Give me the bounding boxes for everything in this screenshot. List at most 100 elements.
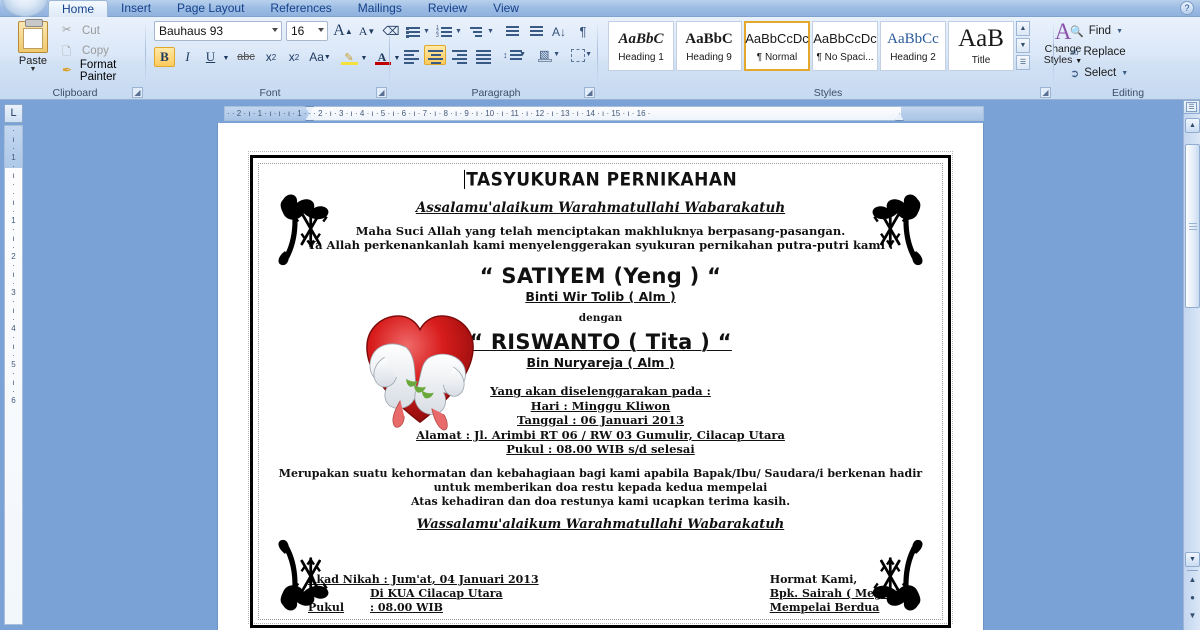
- floral-snowflake-ornament-icon: [849, 184, 935, 270]
- format-painter-label: Format Painter: [79, 58, 117, 83]
- align-right-button[interactable]: [448, 45, 470, 65]
- horizontal-ruler[interactable]: · · 2 · ı · 1 · ı · ı · ı · 1 · ı · 2 · …: [224, 106, 984, 121]
- cut-button[interactable]: ✂ Cut: [60, 21, 100, 40]
- bride-parent: Binti Wir Tolib ( Alm ): [525, 289, 676, 304]
- heart-with-doves-image[interactable]: [361, 306, 479, 436]
- split-icon: ☰: [1186, 102, 1197, 112]
- ruler-tick: ı: [12, 270, 15, 279]
- bullets-button[interactable]: [400, 21, 422, 41]
- styles-scroll-up-button[interactable]: ▲: [1016, 21, 1030, 36]
- scrollbar-grip: [1189, 223, 1197, 232]
- borders-button[interactable]: ▼: [566, 45, 594, 65]
- show-formatting-marks-button[interactable]: ¶: [572, 21, 594, 41]
- ruler-tick: 4: [11, 324, 16, 333]
- copy-icon: 🗋: [62, 45, 71, 58]
- superscript-button[interactable]: x2: [283, 47, 305, 67]
- clipboard-dialog-launcher[interactable]: ◢: [132, 87, 143, 98]
- decrease-indent-button[interactable]: [500, 21, 522, 41]
- grow-font-button[interactable]: A ▲: [332, 20, 354, 42]
- styles-more-button[interactable]: ☰: [1016, 55, 1030, 70]
- line-spacing-button[interactable]: ↕ ▼: [500, 45, 528, 65]
- sort-button[interactable]: A↓: [548, 21, 570, 41]
- ruler-tick: ı: [12, 306, 15, 315]
- multilevel-dropdown[interactable]: ▼: [486, 25, 494, 37]
- shading-button[interactable]: ▧ ▼: [534, 45, 562, 65]
- chevron-down-icon[interactable]: ▼: [1116, 28, 1123, 35]
- underline-dropdown[interactable]: ▼: [222, 53, 230, 63]
- tab-view[interactable]: View: [480, 0, 532, 17]
- tab-home[interactable]: Home: [48, 0, 109, 17]
- invitation-title: TASYUKURAN PERNIKAHAN: [466, 168, 738, 192]
- event-time: Pukul : 08.00 WIB s/d selesai: [506, 442, 695, 456]
- vertical-scrollbar[interactable]: ▲ ▼ ▲ ● ▼: [1183, 100, 1200, 630]
- tab-page-layout[interactable]: Page Layout: [164, 0, 257, 17]
- chevron-down-icon[interactable]: ▼: [10, 66, 56, 73]
- scrollbar-thumb[interactable]: [1185, 144, 1200, 308]
- split-window-handle[interactable]: ☰: [1183, 100, 1200, 114]
- subscript-button[interactable]: x2: [260, 47, 282, 67]
- ribbon-tabs: Home Insert Page Layout References Maili…: [48, 0, 532, 17]
- style-normal[interactable]: AaBbCcDc ¶ Normal: [744, 21, 810, 71]
- align-left-button[interactable]: [400, 45, 422, 65]
- clipboard-group-label: Clipboard: [52, 87, 98, 99]
- numbering-dropdown[interactable]: ▼: [454, 25, 462, 37]
- ruler-tick: ·: [12, 243, 15, 252]
- paste-button[interactable]: Paste ▼: [10, 19, 56, 81]
- select-button[interactable]: ➲ Select ▼: [1070, 63, 1128, 83]
- styles-dialog-launcher[interactable]: ◢: [1040, 87, 1051, 98]
- justify-button[interactable]: [472, 45, 494, 65]
- tab-insert[interactable]: Insert: [108, 0, 164, 17]
- tab-selector-button[interactable]: L: [4, 104, 23, 123]
- underline-button[interactable]: U: [200, 47, 221, 67]
- shrink-font-button[interactable]: A ▼: [356, 20, 378, 42]
- invitation-footer: Akad Nikah : Jum'at, 04 Januari 2013 Di …: [308, 573, 908, 615]
- font-name-combo[interactable]: Bauhaus 93: [154, 21, 282, 41]
- replace-icon: ab: [1070, 47, 1079, 57]
- numbering-button[interactable]: 1 2 3: [432, 21, 454, 41]
- strikethrough-button[interactable]: abc: [234, 47, 258, 67]
- style-title[interactable]: AaB Title: [948, 21, 1014, 71]
- chevron-down-icon[interactable]: [272, 28, 278, 32]
- font-name-value: Bauhaus 93: [159, 24, 224, 38]
- help-icon[interactable]: ?: [1180, 1, 1194, 15]
- style-no-spacing[interactable]: AaBbCcDc ¶ No Spaci...: [812, 21, 878, 71]
- document-canvas[interactable]: TASYUKURAN PERNIKAHAN Assalamu'alaikum W…: [25, 123, 1173, 630]
- font-size-combo[interactable]: 16: [286, 21, 328, 41]
- scroll-up-button[interactable]: ▲: [1185, 118, 1200, 133]
- invitation-border: TASYUKURAN PERNIKAHAN Assalamu'alaikum W…: [250, 155, 951, 628]
- floral-snowflake-ornament-icon: [849, 535, 935, 621]
- select-browse-object-button[interactable]: ●: [1186, 592, 1199, 605]
- tab-review[interactable]: Review: [415, 0, 480, 17]
- tab-references[interactable]: References: [257, 0, 344, 17]
- style-heading-2[interactable]: AaBbCc Heading 2: [880, 21, 946, 71]
- align-center-button[interactable]: [424, 45, 446, 65]
- chevron-down-icon[interactable]: [318, 28, 324, 32]
- ribbon-group-editing: 🔍 Find ▼ ab Replace ➲ Select ▼ Editing: [1058, 17, 1198, 100]
- multilevel-list-button[interactable]: [464, 21, 486, 41]
- bullets-dropdown[interactable]: ▼: [422, 25, 430, 37]
- previous-page-button[interactable]: ▲: [1186, 574, 1199, 587]
- chevron-down-icon[interactable]: ▼: [1121, 70, 1128, 77]
- find-button[interactable]: 🔍 Find ▼: [1070, 21, 1123, 41]
- paragraph-dialog-launcher[interactable]: ◢: [584, 87, 595, 98]
- change-case-button[interactable]: Aa ▼: [307, 47, 333, 67]
- text-highlight-button[interactable]: ✎: [338, 47, 360, 67]
- style-heading-9[interactable]: AaBbC Heading 9: [676, 21, 742, 71]
- italic-button[interactable]: I: [177, 47, 198, 67]
- tab-mailings[interactable]: Mailings: [345, 0, 415, 17]
- office-button[interactable]: [2, 0, 48, 17]
- style-heading-1[interactable]: AaBbC Heading 1: [608, 21, 674, 71]
- bold-button[interactable]: B: [154, 47, 175, 67]
- vertical-ruler[interactable]: · ı · 1 · ı · · ı · 1 · ı · 2 · ı · 3 · ı · 4 · ı · 5 · ı · 6: [4, 125, 23, 625]
- highlight-dropdown[interactable]: ▼: [360, 53, 368, 63]
- font-dialog-launcher[interactable]: ◢: [376, 87, 387, 98]
- copy-button[interactable]: 🗋 Copy: [60, 41, 109, 60]
- next-page-button[interactable]: ▼: [1186, 610, 1199, 623]
- increase-indent-button[interactable]: [524, 21, 546, 41]
- scroll-down-button[interactable]: ▼: [1185, 552, 1200, 567]
- replace-button[interactable]: ab Replace: [1070, 42, 1126, 62]
- copy-label: Copy: [82, 44, 109, 57]
- styles-scroll-down-button[interactable]: ▼: [1016, 38, 1030, 53]
- document-page[interactable]: TASYUKURAN PERNIKAHAN Assalamu'alaikum W…: [218, 123, 983, 630]
- format-painter-button[interactable]: ✒ Format Painter: [60, 58, 146, 83]
